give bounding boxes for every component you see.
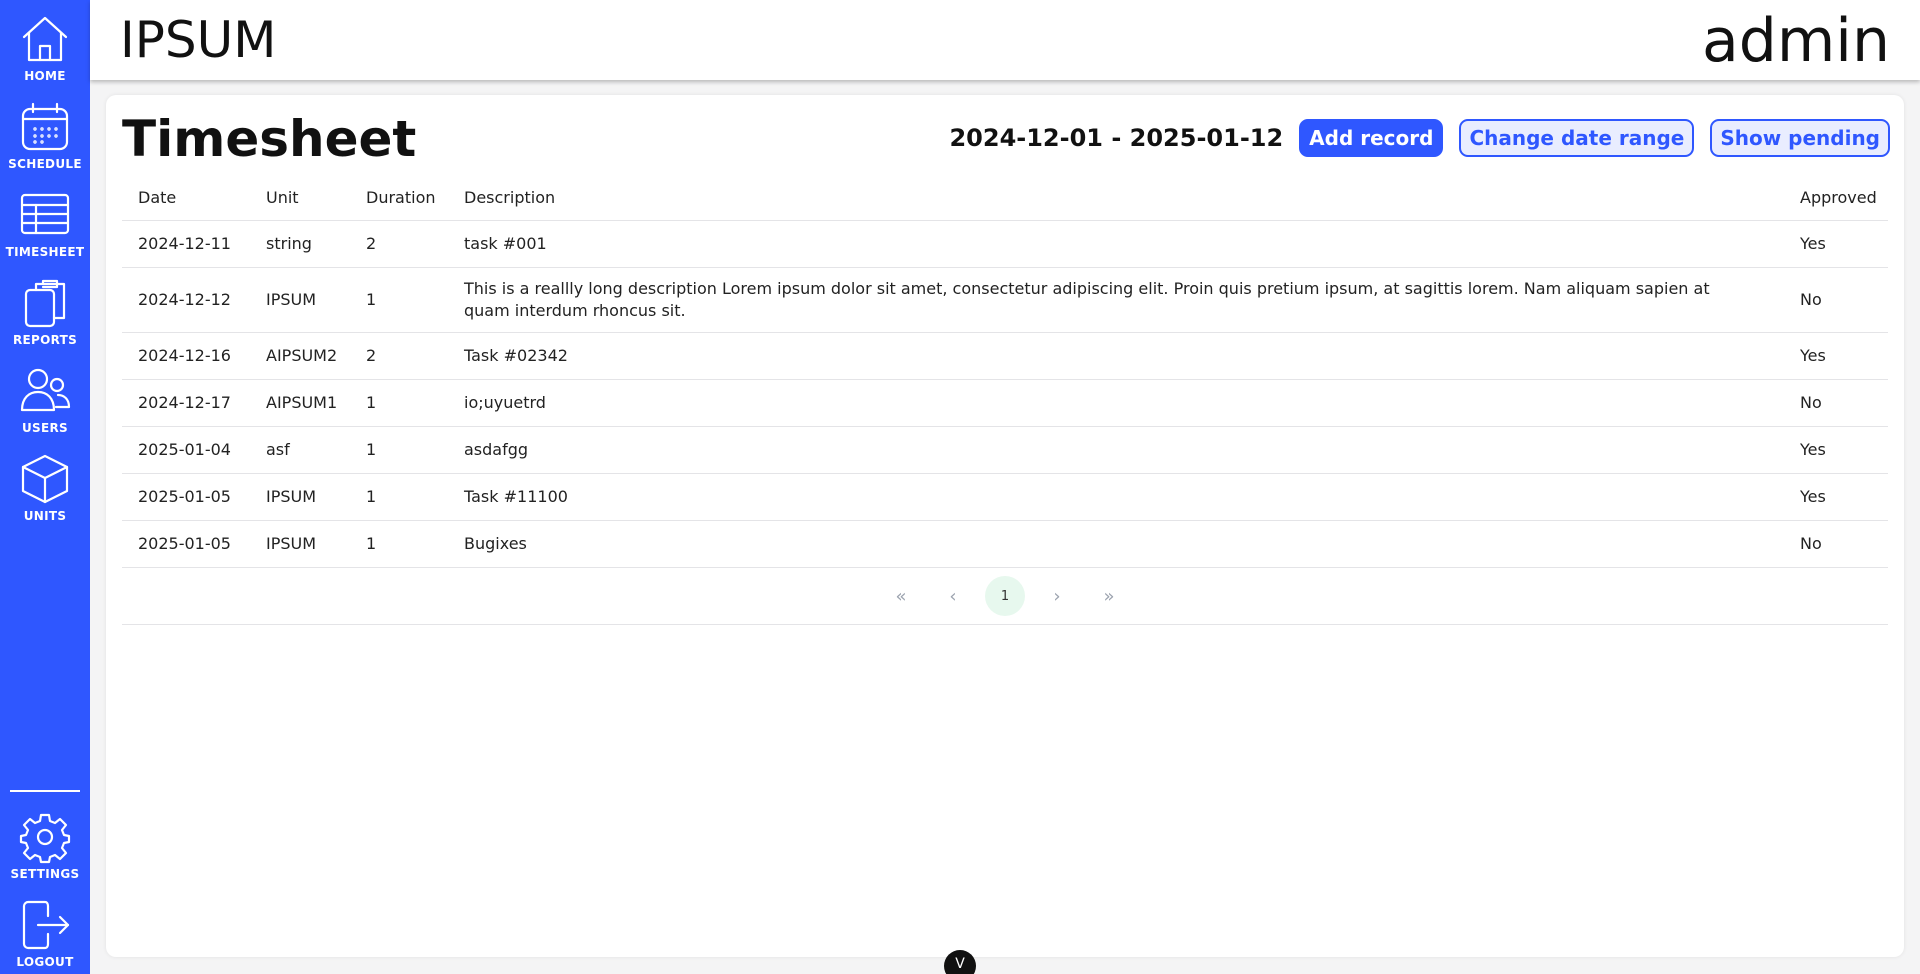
page-title: Timesheet [122, 110, 417, 168]
top-header: IPSUM admin [90, 0, 1920, 80]
bottom-toggle-handle[interactable]: V [944, 950, 976, 974]
sidebar-item-logout[interactable]: LOGOUT [0, 886, 90, 974]
cell-duration: 1 [366, 487, 377, 506]
brand-title: IPSUM [120, 11, 277, 69]
cube-icon [21, 454, 69, 504]
users-icon [20, 368, 71, 412]
sidebar-item-label: REPORTS [12, 333, 78, 347]
cell-unit: IPSUM [266, 534, 317, 553]
sidebar-bottom: SETTINGS LOGOUT [0, 790, 90, 974]
page-number-current[interactable]: 1 [985, 576, 1025, 616]
sidebar-item-timesheet[interactable]: TIMESHEET [0, 176, 90, 264]
gear-icon [19, 813, 71, 864]
add-record-button[interactable]: Add record [1299, 119, 1444, 157]
cell-duration: 1 [366, 393, 377, 412]
cell-unit: AIPSUM2 [266, 346, 338, 365]
cell-approved: Yes [1800, 346, 1826, 365]
sidebar-item-settings[interactable]: SETTINGS [0, 798, 90, 886]
column-header-date[interactable]: Date [138, 187, 266, 209]
table-row[interactable]: 2025-01-04 asf 1 asdafgg Yes [122, 427, 1888, 474]
last-page-button[interactable]: » [1089, 576, 1129, 616]
cell-description: This is a reallly long description Lorem… [464, 279, 1710, 320]
cell-description: io;uyuetrd [464, 393, 546, 412]
clipboard-icon [24, 279, 66, 328]
prev-page-button[interactable]: ‹ [933, 576, 973, 616]
toolbar: 2024-12-01 - 2025-01-12 Add record Chang… [949, 119, 1890, 157]
table-header-row: Date Unit Duration Description Approved [122, 175, 1888, 221]
table-row[interactable]: 2025-01-05 IPSUM 1 Task #11100 Yes [122, 474, 1888, 521]
column-header-description[interactable]: Description [464, 187, 1800, 209]
cell-description: asdafgg [464, 440, 529, 459]
cell-date: 2025-01-05 [138, 534, 231, 553]
cell-approved: Yes [1800, 234, 1826, 253]
sidebar-item-label: UNITS [23, 509, 67, 523]
date-range-label: 2024-12-01 - 2025-01-12 [949, 124, 1284, 152]
sidebar-divider [10, 790, 80, 792]
sidebar-item-label: SCHEDULE [8, 157, 82, 171]
sidebar: HOME SCHEDULE TIMESHEET REPORTS USERS UN… [0, 0, 90, 974]
cell-duration: 1 [366, 290, 377, 309]
calendar-icon [21, 102, 69, 151]
cell-unit: IPSUM [266, 487, 317, 506]
table-row[interactable]: 2024-12-12 IPSUM 1 This is a reallly lon… [122, 268, 1888, 333]
cell-date: 2024-12-16 [138, 346, 231, 365]
column-header-duration[interactable]: Duration [366, 187, 464, 209]
cell-date: 2025-01-05 [138, 487, 231, 506]
cell-date: 2024-12-12 [138, 290, 231, 309]
timesheet-table: Date Unit Duration Description Approved … [122, 175, 1888, 625]
cell-description: Task #11100 [464, 487, 568, 506]
cell-duration: 2 [366, 346, 377, 365]
sidebar-item-units[interactable]: UNITS [0, 440, 90, 528]
sidebar-item-label: USERS [22, 421, 68, 435]
cell-date: 2024-12-17 [138, 393, 231, 412]
user-name[interactable]: admin [1702, 6, 1890, 76]
cell-approved: No [1800, 393, 1822, 412]
timesheet-card: Timesheet 2024-12-01 - 2025-01-12 Add re… [106, 95, 1904, 957]
column-header-unit[interactable]: Unit [266, 187, 366, 209]
home-icon [22, 16, 68, 62]
cell-duration: 1 [366, 534, 377, 553]
sidebar-item-schedule[interactable]: SCHEDULE [0, 88, 90, 176]
table-icon [20, 193, 70, 235]
pagination: « ‹ 1 › » [122, 568, 1888, 625]
cell-duration: 2 [366, 234, 377, 253]
cell-date: 2024-12-11 [138, 234, 231, 253]
cell-approved: No [1800, 290, 1822, 309]
cell-description: Bugixes [464, 534, 527, 553]
cell-description: Task #02342 [464, 346, 568, 365]
sidebar-item-users[interactable]: USERS [0, 352, 90, 440]
sidebar-item-label: TIMESHEET [5, 245, 85, 259]
cell-unit: string [266, 234, 312, 253]
cell-approved: Yes [1800, 440, 1826, 459]
sidebar-item-home[interactable]: HOME [0, 0, 90, 88]
sidebar-item-reports[interactable]: REPORTS [0, 264, 90, 352]
change-date-range-button[interactable]: Change date range [1459, 119, 1695, 157]
sidebar-item-label: HOME [24, 69, 66, 83]
cell-description: task #001 [464, 234, 547, 253]
sidebar-item-label: SETTINGS [10, 867, 80, 881]
cell-unit: asf [266, 440, 290, 459]
sidebar-item-label: LOGOUT [16, 955, 74, 969]
cell-approved: No [1800, 534, 1822, 553]
table-row[interactable]: 2024-12-11 string 2 task #001 Yes [122, 221, 1888, 268]
cell-unit: AIPSUM1 [266, 393, 338, 412]
logout-icon [22, 900, 70, 950]
next-page-button[interactable]: › [1037, 576, 1077, 616]
cell-duration: 1 [366, 440, 377, 459]
cell-date: 2025-01-04 [138, 440, 231, 459]
show-pending-button[interactable]: Show pending [1710, 119, 1890, 157]
table-row[interactable]: 2024-12-16 AIPSUM2 2 Task #02342 Yes [122, 333, 1888, 380]
table-row[interactable]: 2025-01-05 IPSUM 1 Bugixes No [122, 521, 1888, 568]
column-header-approved[interactable]: Approved [1800, 187, 1877, 209]
cell-unit: IPSUM [266, 290, 317, 309]
first-page-button[interactable]: « [881, 576, 921, 616]
cell-approved: Yes [1800, 487, 1826, 506]
table-row[interactable]: 2024-12-17 AIPSUM1 1 io;uyuetrd No [122, 380, 1888, 427]
